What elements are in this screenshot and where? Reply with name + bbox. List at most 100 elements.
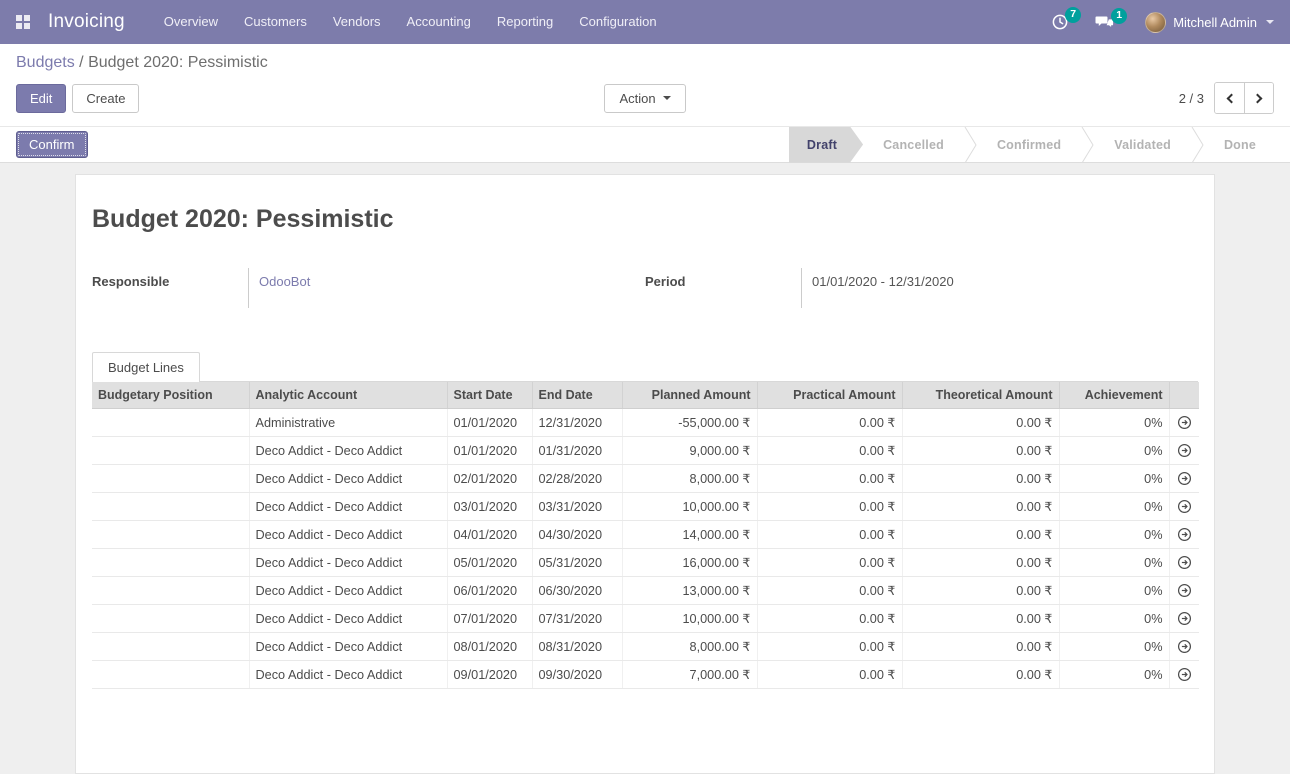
field-group: Responsible OdooBot Period 01/01/2020 - … (92, 268, 1198, 308)
menu-item-configuration[interactable]: Configuration (566, 0, 669, 44)
grid-icon (16, 15, 30, 29)
header-practical-amount[interactable]: Practical Amount (757, 382, 902, 409)
cell-start-date: 02/01/2020 (447, 465, 532, 493)
open-record-button[interactable] (1169, 633, 1199, 661)
edit-button[interactable]: Edit (16, 84, 66, 113)
cell-practical-amount: 0.00 ₹ (757, 437, 902, 465)
menu-item-reporting[interactable]: Reporting (484, 0, 566, 44)
header-theoretical-amount[interactable]: Theoretical Amount (902, 382, 1059, 409)
open-record-button[interactable] (1169, 437, 1199, 465)
table-row[interactable]: Deco Addict - Deco Addict 07/01/2020 07/… (92, 605, 1199, 633)
open-record-button[interactable] (1169, 661, 1199, 689)
cell-practical-amount: 0.00 ₹ (757, 577, 902, 605)
open-record-button[interactable] (1169, 409, 1199, 437)
stage-pipeline: DraftCancelled Confirmed Validated Done (789, 127, 1276, 163)
stage-draft[interactable]: Draft (789, 127, 863, 163)
circled-arrow-icon (1177, 639, 1192, 654)
open-record-button[interactable] (1169, 465, 1199, 493)
action-label: Action (619, 91, 655, 106)
activity-menu-button[interactable]: 7 (1041, 9, 1079, 35)
confirm-button[interactable]: Confirm (16, 131, 88, 158)
open-record-button[interactable] (1169, 549, 1199, 577)
cell-analytic-account: Deco Addict - Deco Addict (249, 661, 447, 689)
table-row[interactable]: Administrative 01/01/2020 12/31/2020 -55… (92, 409, 1199, 437)
cell-planned-amount: 14,000.00 ₹ (622, 521, 757, 549)
stage-done[interactable]: Done (1204, 127, 1276, 163)
cell-theoretical-amount: 0.00 ₹ (902, 493, 1059, 521)
cell-end-date: 03/31/2020 (532, 493, 622, 521)
app-brand[interactable]: Invoicing (48, 11, 125, 33)
cell-theoretical-amount: 0.00 ₹ (902, 409, 1059, 437)
header-planned-amount[interactable]: Planned Amount (622, 382, 757, 409)
menu-item-overview[interactable]: Overview (151, 0, 231, 44)
open-record-button[interactable] (1169, 493, 1199, 521)
user-avatar (1145, 12, 1166, 33)
activity-count-badge: 7 (1065, 7, 1081, 23)
menu-item-customers[interactable]: Customers (231, 0, 320, 44)
user-menu-button[interactable]: Mitchell Admin (1131, 12, 1274, 33)
cell-planned-amount: 13,000.00 ₹ (622, 577, 757, 605)
pager-previous-button[interactable] (1215, 83, 1244, 113)
responsible-value-link[interactable]: OdooBot (259, 274, 310, 289)
circled-arrow-icon (1177, 499, 1192, 514)
stage-cancelled[interactable]: Cancelled (863, 127, 964, 163)
table-row[interactable]: Deco Addict - Deco Addict 03/01/2020 03/… (92, 493, 1199, 521)
action-dropdown-button[interactable]: Action (604, 84, 685, 113)
table-row[interactable]: Deco Addict - Deco Addict 01/01/2020 01/… (92, 437, 1199, 465)
cell-analytic-account: Deco Addict - Deco Addict (249, 465, 447, 493)
breadcrumb-parent[interactable]: Budgets (16, 54, 75, 71)
table-row[interactable]: Deco Addict - Deco Addict 06/01/2020 06/… (92, 577, 1199, 605)
cell-end-date: 08/31/2020 (532, 633, 622, 661)
stage-separator-icon (1081, 127, 1094, 163)
cell-achievement: 0% (1059, 521, 1169, 549)
menu-item-vendors[interactable]: Vendors (320, 0, 394, 44)
table-row[interactable]: Deco Addict - Deco Addict 08/01/2020 08/… (92, 633, 1199, 661)
stage-confirmed[interactable]: Confirmed (977, 127, 1081, 163)
cell-start-date: 05/01/2020 (447, 549, 532, 577)
header-achievement[interactable]: Achievement (1059, 382, 1169, 409)
cell-achievement: 0% (1059, 465, 1169, 493)
cell-end-date: 02/28/2020 (532, 465, 622, 493)
messages-menu-button[interactable]: 1 (1085, 10, 1125, 35)
cell-analytic-account: Deco Addict - Deco Addict (249, 437, 447, 465)
caret-down-icon (663, 96, 671, 100)
pager-next-button[interactable] (1244, 83, 1273, 113)
breadcrumb: Budgets / Budget 2020: Pessimistic (16, 54, 1274, 72)
open-record-button[interactable] (1169, 521, 1199, 549)
header-budgetary-position[interactable]: Budgetary Position (92, 382, 249, 409)
menu-item-accounting[interactable]: Accounting (394, 0, 484, 44)
table-row[interactable]: Deco Addict - Deco Addict 04/01/2020 04/… (92, 521, 1199, 549)
cell-practical-amount: 0.00 ₹ (757, 465, 902, 493)
table-row[interactable]: Deco Addict - Deco Addict 09/01/2020 09/… (92, 661, 1199, 689)
header-analytic-account[interactable]: Analytic Account (249, 382, 447, 409)
cell-planned-amount: 10,000.00 ₹ (622, 605, 757, 633)
cell-theoretical-amount: 0.00 ₹ (902, 605, 1059, 633)
tab-budget-lines[interactable]: Budget Lines (92, 352, 200, 382)
cell-practical-amount: 0.00 ₹ (757, 549, 902, 577)
cell-planned-amount: 7,000.00 ₹ (622, 661, 757, 689)
table-row[interactable]: Deco Addict - Deco Addict 05/01/2020 05/… (92, 549, 1199, 577)
cell-budgetary-position (92, 437, 249, 465)
cell-analytic-account: Deco Addict - Deco Addict (249, 493, 447, 521)
apps-menu-icon[interactable] (0, 0, 46, 44)
cell-budgetary-position (92, 409, 249, 437)
circled-arrow-icon (1177, 583, 1192, 598)
stage-separator-icon (1191, 127, 1204, 163)
open-record-button[interactable] (1169, 605, 1199, 633)
period-label: Period (645, 268, 801, 308)
header-end-date[interactable]: End Date (532, 382, 622, 409)
cell-practical-amount: 0.00 ₹ (757, 521, 902, 549)
open-record-button[interactable] (1169, 577, 1199, 605)
cell-theoretical-amount: 0.00 ₹ (902, 521, 1059, 549)
cell-end-date: 01/31/2020 (532, 437, 622, 465)
table-row[interactable]: Deco Addict - Deco Addict 02/01/2020 02/… (92, 465, 1199, 493)
cell-budgetary-position (92, 605, 249, 633)
cell-end-date: 06/30/2020 (532, 577, 622, 605)
cell-start-date: 01/01/2020 (447, 437, 532, 465)
cell-budgetary-position (92, 577, 249, 605)
header-start-date[interactable]: Start Date (447, 382, 532, 409)
notebook-tabs: Budget Lines (92, 352, 1198, 382)
stage-validated[interactable]: Validated (1094, 127, 1191, 163)
cell-achievement: 0% (1059, 409, 1169, 437)
create-button[interactable]: Create (72, 84, 139, 113)
